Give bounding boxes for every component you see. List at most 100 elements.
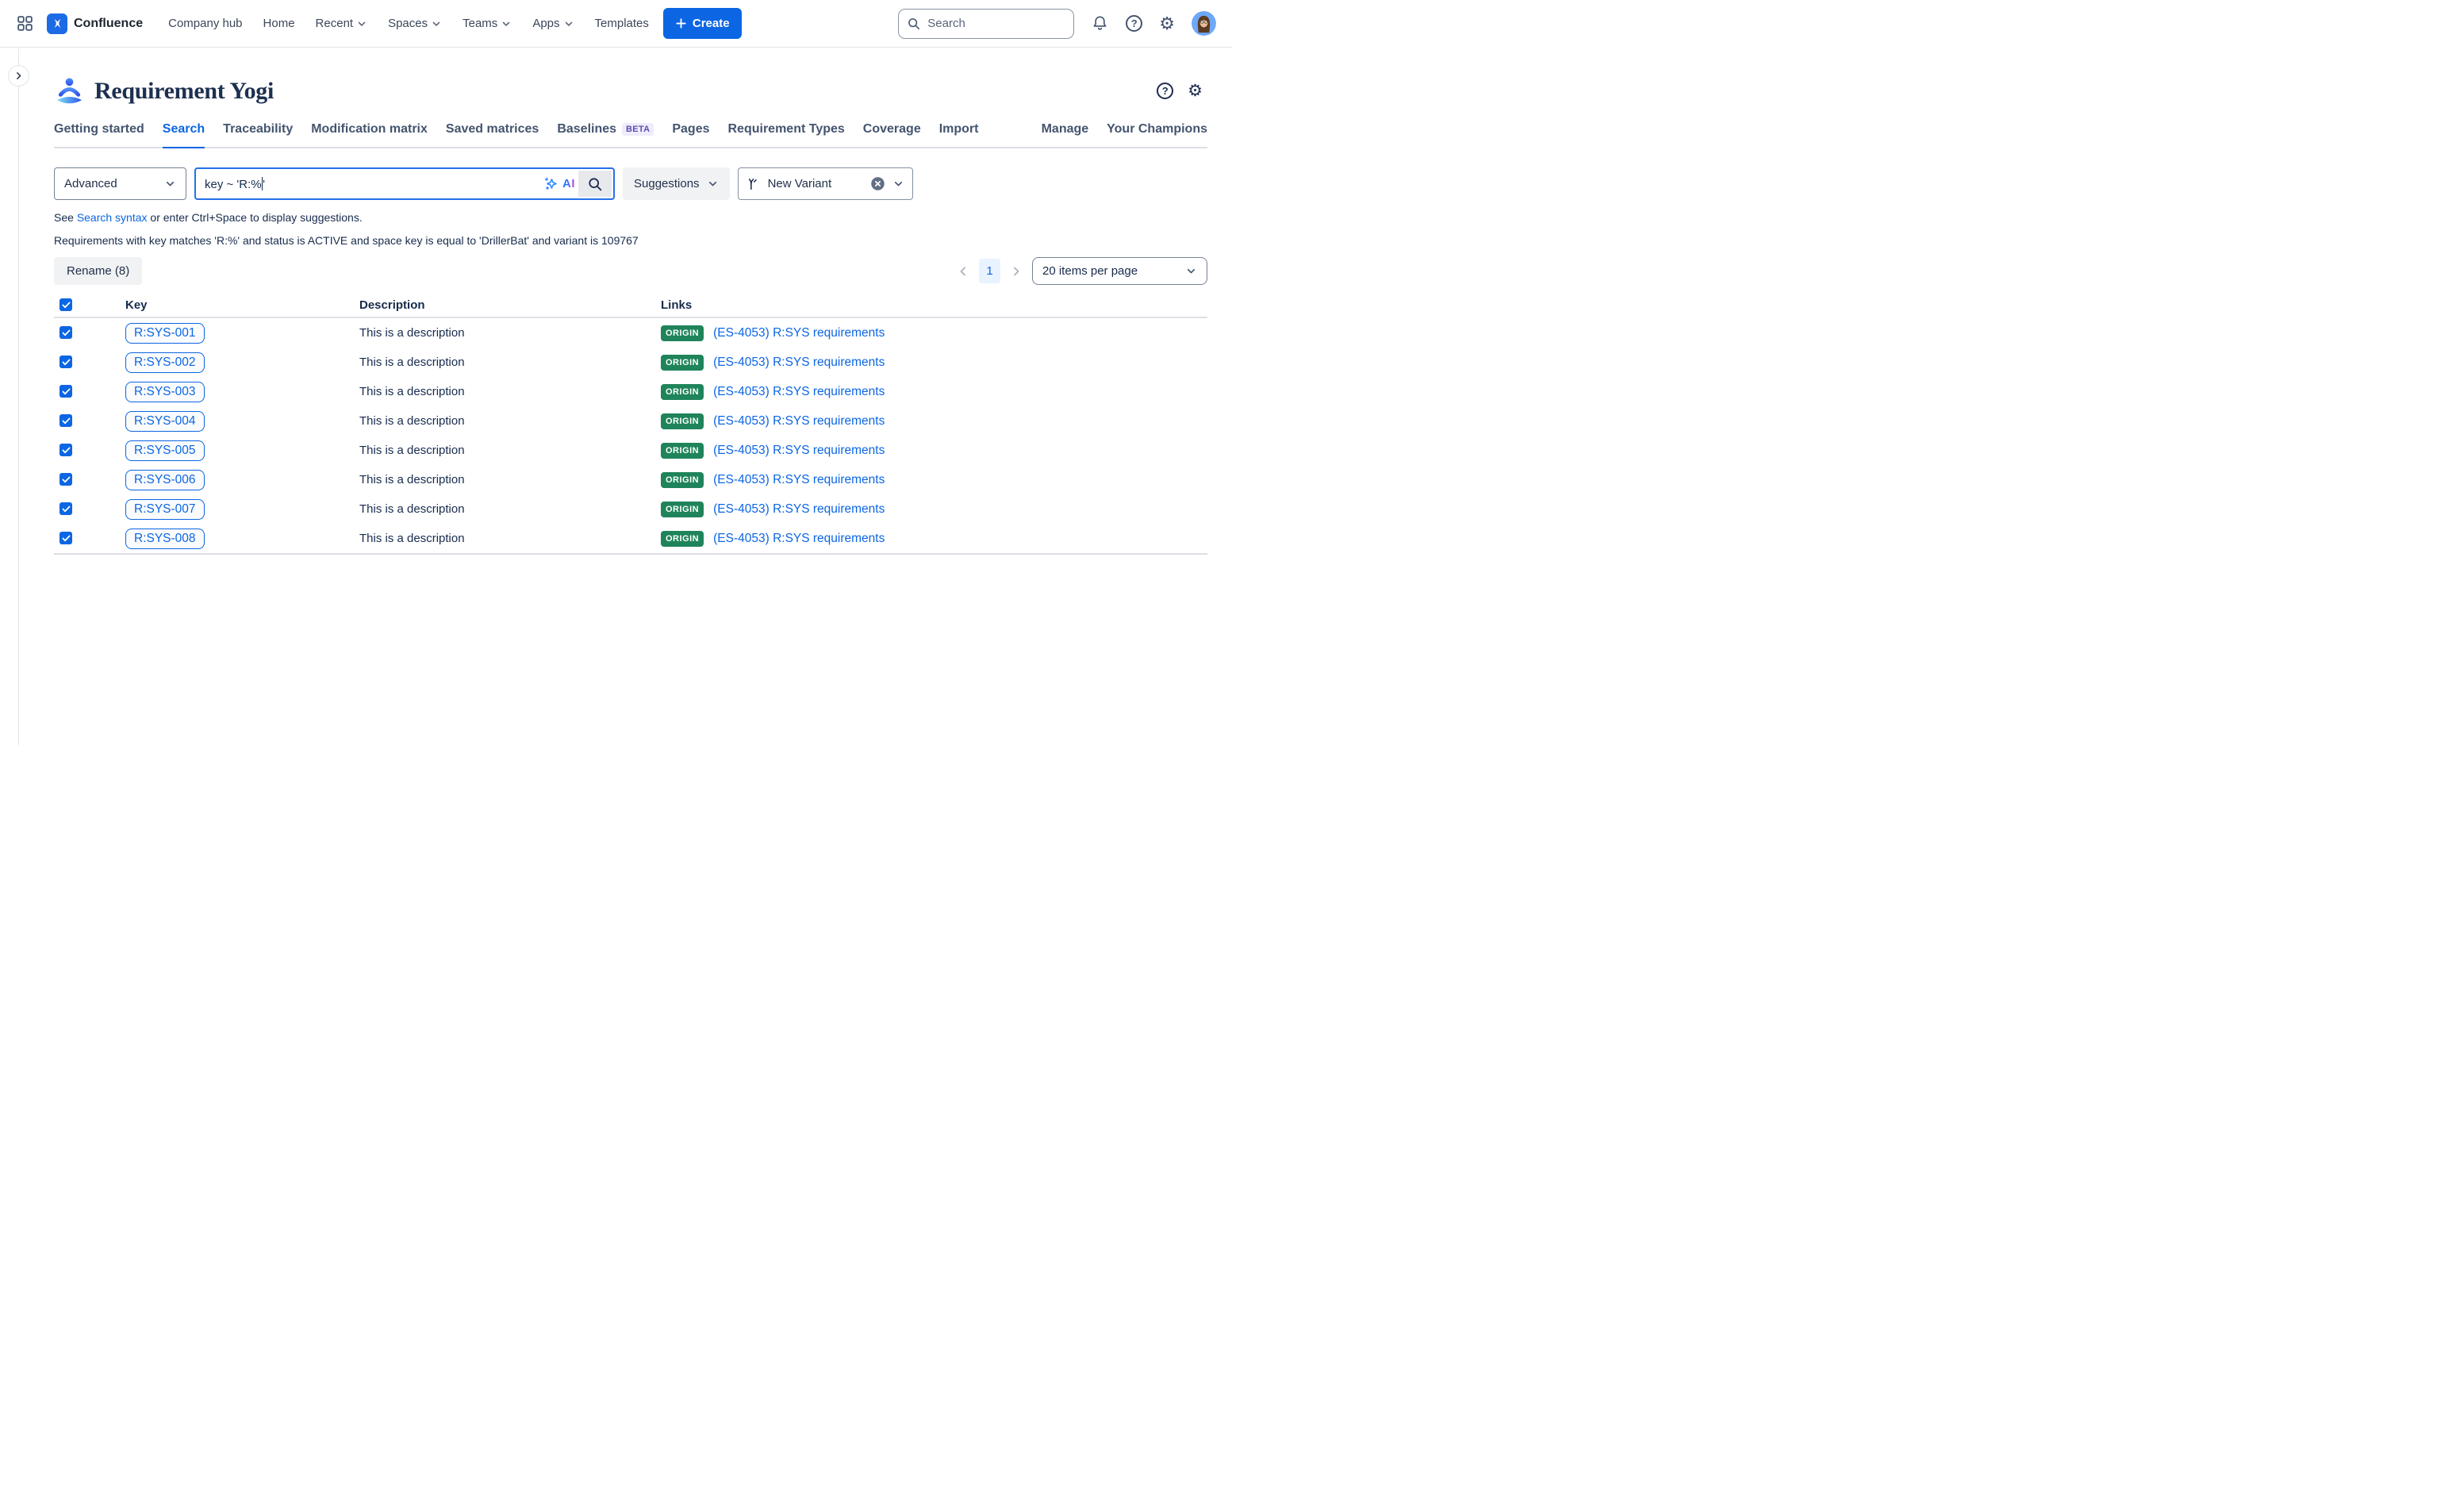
tab-coverage[interactable]: Coverage [863,121,921,147]
app-grid-icon [17,16,33,31]
requirement-link[interactable]: (ES-4053) R:SYS requirements [713,444,885,458]
row-checkbox[interactable] [59,444,72,456]
requirement-key-chip[interactable]: R:SYS-005 [125,440,205,461]
clear-variant-button[interactable] [870,176,885,191]
column-header-key: Key [125,298,359,312]
requirement-link[interactable]: (ES-4053) R:SYS requirements [713,326,885,340]
tab-label: Getting started [54,122,144,136]
tab-traceability[interactable]: Traceability [223,121,293,147]
sparkle-icon [543,176,558,191]
settings-button[interactable]: ⚙ [1159,15,1175,33]
tab-pages[interactable]: Pages [672,121,709,147]
topnav-item-spaces[interactable]: Spaces [388,17,442,30]
requirement-link[interactable]: (ES-4053) R:SYS requirements [713,532,885,546]
requirement-key-chip[interactable]: R:SYS-004 [125,411,205,432]
tab-import[interactable]: Import [939,121,979,147]
requirement-link[interactable]: (ES-4053) R:SYS requirements [713,473,885,487]
variant-select[interactable]: New Variant [738,167,913,200]
chevron-left-icon [957,265,969,278]
row-checkbox[interactable] [59,385,72,398]
search-icon [907,17,921,31]
current-page[interactable]: 1 [979,259,1000,283]
help-icon: ? [1126,15,1142,32]
topnav-items: Company hub Home Recent Spaces Teams Apps Temp… [168,17,649,30]
origin-badge: ORIGIN [661,325,704,341]
gear-icon: ⚙ [1188,83,1203,99]
topnav-item-templates[interactable]: Templates [595,17,649,30]
suggestions-button[interactable]: Suggestions [623,167,730,200]
next-page-button[interactable] [1008,265,1024,278]
advanced-query-input[interactable]: key ~ 'R:%' [205,177,265,191]
global-search[interactable] [898,9,1074,39]
topnav-item-label: Templates [595,17,649,30]
requirement-key-chip[interactable]: R:SYS-003 [125,382,205,402]
row-checkbox[interactable] [59,356,72,368]
chevron-down-icon [892,178,904,190]
row-checkbox[interactable] [59,532,72,544]
requirement-key-chip[interactable]: R:SYS-002 [125,352,205,373]
search-help-text: See Search syntax or enter Ctrl+Space to… [54,211,1207,224]
requirement-link[interactable]: (ES-4053) R:SYS requirements [713,385,885,399]
check-icon [62,476,71,483]
help-button[interactable]: ? [1126,15,1142,32]
rename-button[interactable]: Rename (8) [54,257,142,285]
tab-saved-matrices[interactable]: Saved matrices [446,121,539,147]
search-mode-select[interactable]: Advanced [54,167,186,200]
origin-badge: ORIGIN [661,531,704,547]
tab-modification-matrix[interactable]: Modification matrix [311,121,428,147]
topnav-item-teams[interactable]: Teams [462,17,512,30]
row-checkbox[interactable] [59,473,72,486]
tab-baselines[interactable]: BaselinesBETA [557,121,654,147]
requirement-description: This is a description [359,444,661,457]
requirement-key-chip[interactable]: R:SYS-001 [125,323,205,344]
variant-value: New Variant [768,177,863,190]
topnav-item-home[interactable]: Home [263,17,295,30]
requirement-description: This is a description [359,532,661,545]
table-header: Key Description Links [54,294,1207,318]
search-syntax-link[interactable]: Search syntax [77,211,148,224]
requirement-link[interactable]: (ES-4053) R:SYS requirements [713,356,885,370]
requirement-key-chip[interactable]: R:SYS-007 [125,499,205,520]
product-home[interactable]: Confluence [47,13,143,34]
requirement-key-chip[interactable]: R:SYS-006 [125,470,205,490]
tab-label: Pages [672,122,709,136]
app-settings-button[interactable]: ⚙ [1188,83,1203,99]
run-search-button[interactable] [578,171,612,197]
tab-label: Baselines [557,122,616,136]
requirement-link[interactable]: (ES-4053) R:SYS requirements [713,502,885,517]
check-icon [62,447,71,454]
tab-manage[interactable]: Manage [1042,121,1089,147]
select-all-checkbox[interactable] [59,298,72,311]
topnav-item-recent[interactable]: Recent [316,17,368,30]
requirement-yogi-logo [54,77,85,105]
previous-page-button[interactable] [955,265,971,278]
gear-icon: ⚙ [1159,15,1175,33]
create-button[interactable]: Create [663,8,742,39]
tab-label: Coverage [863,122,921,136]
items-per-page-value: 20 items per page [1042,264,1138,278]
expand-sidebar-button[interactable] [8,65,29,86]
tab-your-champions[interactable]: Your Champions [1107,121,1207,147]
avatar-image [1192,11,1216,36]
tab-search[interactable]: Search [163,121,205,148]
app-help-button[interactable]: ? [1157,83,1173,99]
requirement-link[interactable]: (ES-4053) R:SYS requirements [713,414,885,429]
topnav-item-apps[interactable]: Apps [532,17,574,30]
global-search-input[interactable] [927,17,1046,30]
row-checkbox[interactable] [59,326,72,339]
tab-label: Traceability [223,122,293,136]
items-per-page-select[interactable]: 20 items per page [1032,257,1207,285]
requirement-key-chip[interactable]: R:SYS-008 [125,529,205,549]
ai-assist-button[interactable]: AI [543,169,575,198]
check-icon [62,505,71,513]
chevron-right-icon [13,71,24,81]
tab-requirement-types[interactable]: Requirement Types [728,121,845,147]
row-checkbox[interactable] [59,414,72,427]
app-switcher-button[interactable] [17,16,33,31]
tab-getting-started[interactable]: Getting started [54,121,144,147]
check-icon [62,417,71,425]
row-checkbox[interactable] [59,502,72,515]
topnav-item-company-hub[interactable]: Company hub [168,17,242,30]
avatar[interactable] [1192,11,1216,36]
notifications-button[interactable] [1091,14,1109,33]
